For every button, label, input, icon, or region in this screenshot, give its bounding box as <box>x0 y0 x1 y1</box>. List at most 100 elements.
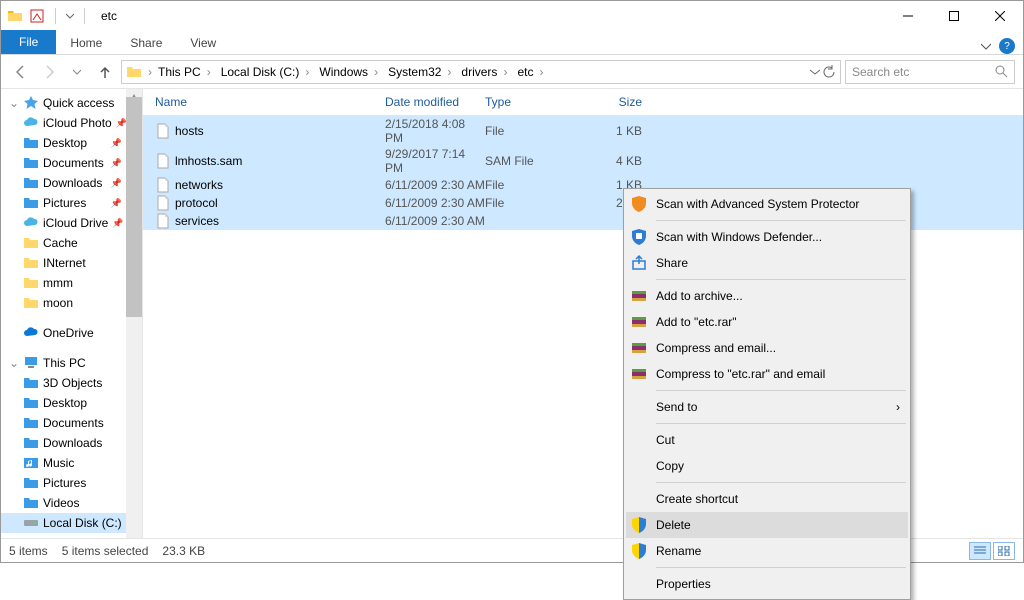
tab-home[interactable]: Home <box>56 32 116 54</box>
pin-icon: 📌 <box>111 158 122 169</box>
sidebar-item[interactable]: Local Disk (C:) <box>1 513 126 533</box>
file-row[interactable]: hosts2/15/2018 4:08 PMFile1 KB <box>143 116 1023 146</box>
help-icon[interactable]: ? <box>999 38 1015 54</box>
status-count: 5 items <box>9 544 48 558</box>
pin-icon: 📌 <box>111 198 122 209</box>
sidebar-item[interactable]: OneDrive <box>1 323 126 343</box>
column-type[interactable]: Type <box>485 95 590 109</box>
tab-file[interactable]: File <box>1 30 56 54</box>
navigation-bar: ›This PC›Local Disk (C:)›Windows›System3… <box>1 55 1023 89</box>
sidebar-item[interactable]: moon <box>1 293 126 313</box>
column-name[interactable]: Name <box>155 95 385 109</box>
breadcrumb-item[interactable]: ›This PC› <box>142 61 217 83</box>
sidebar-item[interactable]: Desktop <box>1 393 126 413</box>
status-selected: 5 items selected <box>62 544 149 558</box>
search-placeholder: Search etc <box>852 65 995 79</box>
view-details-button[interactable] <box>969 542 991 560</box>
menu-separator <box>656 390 906 391</box>
file-icon <box>155 195 171 211</box>
pin-icon: 📌 <box>112 218 123 229</box>
breadcrumb-item[interactable]: System32› <box>384 61 457 83</box>
column-size[interactable]: Size <box>590 95 650 109</box>
sidebar-item[interactable]: INternet <box>1 253 126 273</box>
close-button[interactable] <box>977 1 1023 31</box>
file-icon <box>155 123 171 139</box>
search-input[interactable]: Search etc <box>845 60 1015 84</box>
menu-separator <box>656 279 906 280</box>
context-menu-item[interactable]: Share <box>626 250 908 276</box>
menu-separator <box>656 423 906 424</box>
navigation-pane: ⌄Quick accessiCloud Photo📌Desktop📌Docume… <box>1 89 126 538</box>
sidebar-item[interactable]: 3D Objects <box>1 373 126 393</box>
sidebar-item[interactable]: Documents <box>1 413 126 433</box>
context-menu-item[interactable]: Send to› <box>626 394 908 420</box>
context-menu-item[interactable]: Compress and email... <box>626 335 908 361</box>
minimize-button[interactable] <box>885 1 931 31</box>
pin-icon: 📌 <box>116 118 126 129</box>
address-dropdown-icon[interactable] <box>810 67 820 77</box>
sidebar-item[interactable]: ⌄This PC <box>1 353 126 373</box>
up-button[interactable] <box>93 60 117 84</box>
file-row[interactable]: lmhosts.sam9/29/2017 7:14 PMSAM File4 KB <box>143 146 1023 176</box>
sidebar-item[interactable]: Documents📌 <box>1 153 126 173</box>
sidebar-scrollbar[interactable]: ▴ <box>126 89 142 538</box>
search-icon <box>995 65 1008 78</box>
sidebar-item[interactable]: Desktop📌 <box>1 133 126 153</box>
recent-dropdown-icon[interactable] <box>65 60 89 84</box>
sidebar-item[interactable]: ⌄Quick access <box>1 93 126 113</box>
sidebar-item[interactable]: Downloads <box>1 433 126 453</box>
context-menu-item[interactable]: Cut <box>626 427 908 453</box>
ribbon-expand-icon[interactable] <box>981 40 991 54</box>
tab-view[interactable]: View <box>176 32 230 54</box>
sidebar-item[interactable]: Pictures <box>1 473 126 493</box>
title-bar: etc <box>1 1 1023 31</box>
context-menu-item[interactable]: Scan with Advanced System Protector <box>626 191 908 217</box>
sidebar-item[interactable]: iCloud Photo📌 <box>1 113 126 133</box>
menu-separator <box>656 220 906 221</box>
sidebar-item[interactable]: Downloads📌 <box>1 173 126 193</box>
sidebar-item[interactable]: Music <box>1 453 126 473</box>
context-menu-item[interactable]: Copy <box>626 453 908 479</box>
view-icons-button[interactable] <box>993 542 1015 560</box>
pin-icon: 📌 <box>111 138 122 149</box>
file-icon <box>155 177 171 193</box>
context-menu-item[interactable]: Properties <box>626 571 908 597</box>
breadcrumb-item[interactable]: etc› <box>513 61 549 83</box>
pin-icon: 📌 <box>111 178 122 189</box>
breadcrumb-item[interactable]: Local Disk (C:)› <box>217 61 316 83</box>
tab-share[interactable]: Share <box>116 32 176 54</box>
sidebar-item[interactable]: Cache <box>1 233 126 253</box>
context-menu-item[interactable]: Compress to "etc.rar" and email <box>626 361 908 387</box>
properties-icon[interactable] <box>29 8 45 24</box>
column-date[interactable]: Date modified <box>385 95 485 109</box>
context-menu-item[interactable]: Rename <box>626 538 908 564</box>
folder-icon <box>7 8 23 24</box>
qat-separator <box>84 8 85 24</box>
context-menu-item[interactable]: Add to archive... <box>626 283 908 309</box>
context-menu-item[interactable]: Add to "etc.rar" <box>626 309 908 335</box>
file-icon <box>155 153 171 169</box>
context-menu-item[interactable]: Delete <box>626 512 908 538</box>
refresh-icon[interactable] <box>822 65 836 79</box>
sidebar-item[interactable]: Videos <box>1 493 126 513</box>
context-menu-item[interactable]: Create shortcut <box>626 486 908 512</box>
sidebar-item[interactable]: mmm <box>1 273 126 293</box>
folder-icon <box>126 64 142 80</box>
menu-separator <box>656 482 906 483</box>
context-menu: Scan with Advanced System Protector Scan … <box>623 188 911 600</box>
forward-button[interactable] <box>37 60 61 84</box>
window-title: etc <box>101 9 117 23</box>
context-menu-item[interactable]: Scan with Windows Defender... <box>626 224 908 250</box>
address-bar[interactable]: ›This PC›Local Disk (C:)›Windows›System3… <box>121 60 841 84</box>
sidebar-item[interactable]: iCloud Drive📌 <box>1 213 126 233</box>
ribbon-tabs: File Home Share View ? <box>1 31 1023 55</box>
maximize-button[interactable] <box>931 1 977 31</box>
sidebar-item[interactable]: Pictures📌 <box>1 193 126 213</box>
back-button[interactable] <box>9 60 33 84</box>
breadcrumb-item[interactable]: drivers› <box>457 61 513 83</box>
column-headers: Name Date modified Type Size <box>143 89 1023 116</box>
breadcrumb-item[interactable]: Windows› <box>315 61 384 83</box>
menu-separator <box>656 567 906 568</box>
qat-dropdown-icon[interactable] <box>66 12 74 20</box>
submenu-arrow-icon: › <box>896 400 900 414</box>
